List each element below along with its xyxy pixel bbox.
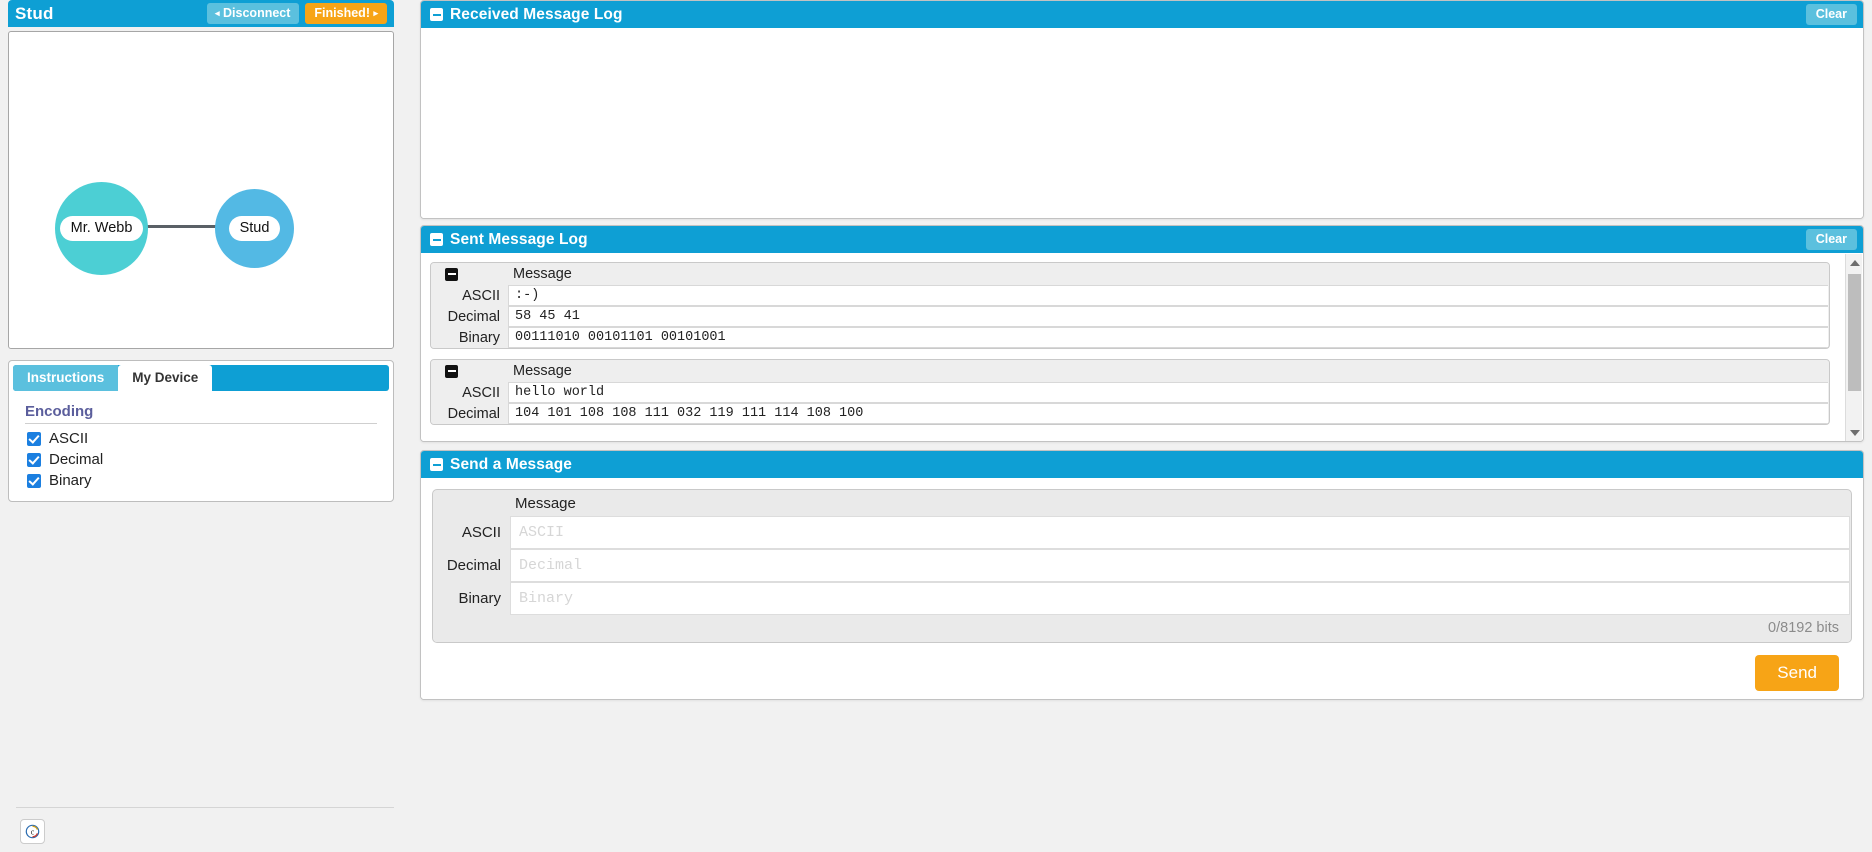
send-row-ascii: ASCII ASCII xyxy=(433,516,1851,549)
row-label-binary: Binary xyxy=(431,327,508,348)
message-column-header: Message xyxy=(513,363,572,379)
message-column-header: Message xyxy=(513,266,572,282)
row-label-ascii: ASCII xyxy=(431,285,508,306)
sent-message-entry: Message ASCII :-) Decimal 58 45 41 Binar… xyxy=(430,262,1830,349)
chevron-left-icon: ◂ xyxy=(215,7,220,18)
collapse-icon[interactable] xyxy=(430,233,443,246)
sent-entry-ascii-value[interactable]: :-) xyxy=(508,285,1828,306)
encoding-heading: Encoding xyxy=(25,403,377,424)
scroll-up-icon[interactable] xyxy=(1846,254,1863,271)
row-label-ascii: ASCII xyxy=(431,382,508,403)
collapse-icon[interactable] xyxy=(430,458,443,471)
message-column-header: Message xyxy=(515,494,576,512)
sent-log-header: Sent Message Log Clear xyxy=(421,226,1863,253)
encoding-option-label: Binary xyxy=(49,472,92,489)
sent-entry-binary-value[interactable]: 00111010 00101101 00101001 xyxy=(508,327,1828,348)
network-node-label: Mr. Webb xyxy=(59,216,144,241)
sent-log-scrollbar[interactable] xyxy=(1845,254,1862,441)
send-input-decimal[interactable]: Decimal xyxy=(510,549,1850,582)
encoding-option-label: Decimal xyxy=(49,451,104,468)
send-card-header: Message xyxy=(433,490,1851,516)
clear-sent-log-button[interactable]: Clear xyxy=(1805,228,1857,251)
tab-panel-my-device: Encoding ASCII Decimal Binary xyxy=(13,391,389,489)
sent-message-entry: Message ASCII hello world Decimal 104 10… xyxy=(430,359,1830,425)
send-input-ascii[interactable]: ASCII xyxy=(510,516,1850,549)
footer-divider xyxy=(16,807,394,808)
send-label-binary: Binary xyxy=(458,590,501,607)
network-node-label: Stud xyxy=(228,216,281,241)
network-node-mr-webb[interactable]: Mr. Webb xyxy=(55,182,148,275)
sent-entry-decimal-row: Decimal 58 45 41 xyxy=(431,306,1829,327)
sent-entry-binary-row: Binary 00111010 00101101 00101001 xyxy=(431,327,1829,348)
sent-entry-decimal-value[interactable]: 58 45 41 xyxy=(508,306,1828,327)
sent-entry-header: Message xyxy=(431,360,1829,382)
send-input-binary[interactable]: Binary xyxy=(510,582,1850,615)
collapse-icon[interactable] xyxy=(430,8,443,21)
send-header-spacer xyxy=(433,490,510,516)
checkbox-ascii[interactable] xyxy=(27,431,41,446)
checkbox-binary[interactable] xyxy=(27,473,41,488)
received-log-title: Received Message Log xyxy=(450,5,623,23)
tabbar: Instructions My Device xyxy=(13,365,389,391)
row-label-decimal: Decimal xyxy=(431,403,508,424)
network-link xyxy=(142,225,222,228)
sent-log-title: Sent Message Log xyxy=(450,230,588,248)
entry-collapse-cell xyxy=(431,364,508,378)
disconnect-label: Disconnect xyxy=(223,5,291,20)
network-diagram: Mr. Webb Stud xyxy=(8,31,394,349)
send-label-ascii: ASCII xyxy=(461,524,501,541)
tab-my-device[interactable]: My Device xyxy=(118,365,213,391)
collapse-icon[interactable] xyxy=(445,267,458,281)
send-label-decimal: Decimal xyxy=(446,557,501,574)
send-message-header: Send a Message xyxy=(421,451,1863,478)
row-label-decimal: Decimal xyxy=(431,306,508,327)
encoding-option-label: ASCII xyxy=(49,430,89,447)
encoding-option-binary[interactable]: Binary xyxy=(27,472,377,489)
sent-message-log-panel: Sent Message Log Clear Message ASCII:-)… xyxy=(420,225,1864,442)
send-row-binary: Binary Binary xyxy=(433,582,1851,615)
main-content: Received Message Log Clear Sent Message … xyxy=(420,0,1864,852)
sent-log-body: Message ASCII :-) Decimal 58 45 41 Binar… xyxy=(421,253,1863,441)
sent-entry-decimal-row: Decimal 104 101 108 108 111 032 119 111 … xyxy=(431,403,1829,424)
send-message-card: Message ASCII ASCII Decimal Decimal Bina… xyxy=(432,489,1852,643)
finished-button[interactable]: Finished! ▸ xyxy=(305,2,387,25)
received-message-log-panel: Received Message Log Clear xyxy=(420,0,1864,219)
received-log-body xyxy=(421,28,1863,218)
sent-entry-ascii-value[interactable]: hello world xyxy=(508,382,1828,403)
checkbox-decimal[interactable] xyxy=(27,452,41,467)
network-node-stud[interactable]: Stud xyxy=(215,189,294,268)
encoding-option-ascii[interactable]: ASCII xyxy=(27,430,377,447)
app-root: Stud ◂ Disconnect Finished! ▸ Mr. Webb S… xyxy=(0,0,1872,852)
sent-entry-ascii-row: ASCII :-) xyxy=(431,285,1829,306)
header-buttons: ◂ Disconnect Finished! ▸ xyxy=(207,2,387,25)
send-button[interactable]: Send xyxy=(1755,655,1839,691)
entry-collapse-cell xyxy=(431,267,508,281)
collapse-icon[interactable] xyxy=(445,364,458,378)
encoding-option-decimal[interactable]: Decimal xyxy=(27,451,377,468)
copyright-icon[interactable]: c xyxy=(20,819,45,844)
received-log-header: Received Message Log Clear xyxy=(421,1,1863,28)
chevron-right-icon: ▸ xyxy=(373,7,378,18)
svg-text:c: c xyxy=(31,828,35,837)
left-sidebar: Stud ◂ Disconnect Finished! ▸ Mr. Webb S… xyxy=(8,0,394,852)
device-title: Stud xyxy=(15,3,54,23)
sent-entry-ascii-row: ASCII hello world xyxy=(431,382,1829,403)
disconnect-button[interactable]: ◂ Disconnect xyxy=(207,2,300,25)
send-row-decimal: Decimal Decimal xyxy=(433,549,1851,582)
send-message-panel: Send a Message Message ASCII ASCII Decim… xyxy=(420,450,1864,700)
bit-counter: 0/8192 bits xyxy=(433,615,1851,642)
device-tabs-card: Instructions My Device Encoding ASCII De… xyxy=(8,360,394,502)
sent-entry-header: Message xyxy=(431,263,1829,285)
sent-entry-decimal-value[interactable]: 104 101 108 108 111 032 119 111 114 108 … xyxy=(508,403,1828,424)
send-message-body: Message ASCII ASCII Decimal Decimal Bina… xyxy=(421,478,1863,699)
device-header: Stud ◂ Disconnect Finished! ▸ xyxy=(8,0,394,27)
scroll-down-icon[interactable] xyxy=(1846,424,1863,441)
send-message-title: Send a Message xyxy=(450,455,573,473)
send-actions: Send xyxy=(432,643,1852,691)
sent-log-scroll-area: Message ASCII :-) Decimal 58 45 41 Binar… xyxy=(430,262,1830,441)
scrollbar-thumb[interactable] xyxy=(1848,274,1861,391)
tab-instructions[interactable]: Instructions xyxy=(13,365,119,391)
finished-label: Finished! xyxy=(314,5,370,20)
clear-received-log-button[interactable]: Clear xyxy=(1805,3,1857,26)
